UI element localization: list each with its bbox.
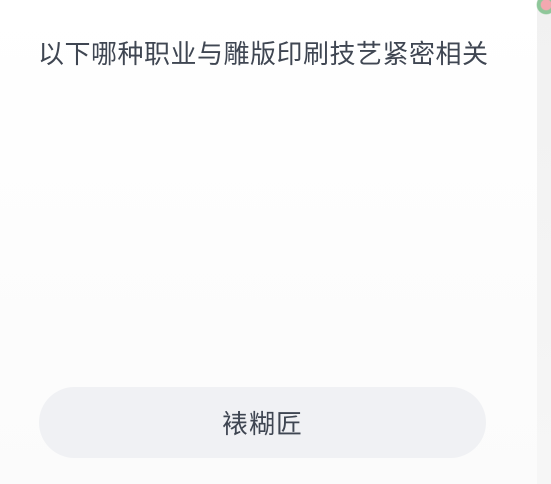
answer-option-label: 裱糊匠 [221,410,303,440]
quiz-screen: 以下哪种职业与雕版印刷技艺紧密相关 裱糊匠 [0,0,551,484]
right-edge-strip [537,0,551,484]
answer-option-button[interactable]: 裱糊匠 [39,387,486,458]
decorative-flower-icon [535,0,551,16]
question-text: 以下哪种职业与雕版印刷技艺紧密相关 [38,40,489,70]
